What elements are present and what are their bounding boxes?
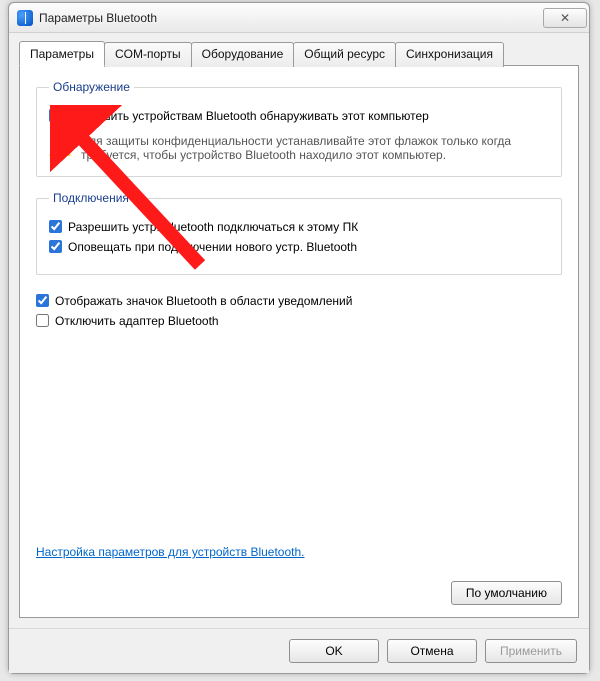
tab-com-ports[interactable]: COM-порты — [104, 42, 192, 67]
tabstrip: Параметры COM-порты Оборудование Общий р… — [19, 41, 579, 66]
defaults-button[interactable]: По умолчанию — [451, 581, 562, 605]
defaults-row: По умолчанию — [36, 581, 562, 605]
close-icon: ✕ — [560, 11, 570, 25]
warning-icon — [49, 136, 71, 156]
cancel-button[interactable]: Отмена — [387, 639, 477, 663]
close-button[interactable]: ✕ — [543, 8, 587, 28]
allow-connect-row[interactable]: Разрешить устр. Bluetooth подключаться к… — [49, 219, 549, 235]
group-connections: Подключения Разрешить устр. Bluetooth по… — [36, 191, 562, 274]
misc-options: Отображать значок Bluetooth в области ув… — [36, 289, 562, 333]
window-title: Параметры Bluetooth — [39, 11, 157, 25]
allow-discovery-checkbox[interactable] — [49, 109, 62, 122]
bluetooth-icon — [17, 10, 33, 26]
disable-adapter-row[interactable]: Отключить адаптер Bluetooth — [36, 313, 562, 329]
tab-sharing[interactable]: Общий ресурс — [293, 42, 396, 67]
titlebar: Параметры Bluetooth ✕ — [9, 3, 589, 33]
tab-hardware[interactable]: Оборудование — [191, 42, 295, 67]
bluetooth-settings-window: Параметры Bluetooth ✕ Параметры COM-порт… — [8, 2, 590, 674]
disable-adapter-label: Отключить адаптер Bluetooth — [55, 313, 219, 329]
allow-discovery-row[interactable]: Разрешить устройствам Bluetooth обнаружи… — [49, 108, 549, 124]
discovery-warning-text: Для защиты конфиденциальности устанавлив… — [81, 134, 549, 162]
bluetooth-settings-link[interactable]: Настройка параметров для устройств Bluet… — [36, 515, 562, 559]
group-discovery: Обнаружение Разрешить устройствам Blueto… — [36, 80, 562, 177]
tray-icon-checkbox[interactable] — [36, 294, 49, 307]
discovery-warning: Для защиты конфиденциальности устанавлив… — [49, 134, 549, 162]
apply-button[interactable]: Применить — [485, 639, 577, 663]
tray-icon-row[interactable]: Отображать значок Bluetooth в области ув… — [36, 293, 562, 309]
notify-connect-checkbox[interactable] — [49, 240, 62, 253]
notify-connect-label: Оповещать при подключении нового устр. B… — [68, 239, 357, 255]
allow-connect-checkbox[interactable] — [49, 220, 62, 233]
dialog-footer: OK Отмена Применить — [9, 628, 589, 673]
allow-connect-label: Разрешить устр. Bluetooth подключаться к… — [68, 219, 358, 235]
notify-connect-row[interactable]: Оповещать при подключении нового устр. B… — [49, 239, 549, 255]
tab-page-parameters: Обнаружение Разрешить устройствам Blueto… — [19, 65, 579, 618]
disable-adapter-checkbox[interactable] — [36, 314, 49, 327]
group-connections-legend: Подключения — [49, 191, 133, 205]
tab-sync[interactable]: Синхронизация — [395, 42, 504, 67]
ok-button[interactable]: OK — [289, 639, 379, 663]
group-discovery-legend: Обнаружение — [49, 80, 134, 94]
tray-icon-label: Отображать значок Bluetooth в области ув… — [55, 293, 352, 309]
allow-discovery-label: Разрешить устройствам Bluetooth обнаружи… — [68, 108, 429, 124]
tab-parameters[interactable]: Параметры — [19, 41, 105, 66]
client-area: Параметры COM-порты Оборудование Общий р… — [9, 33, 589, 628]
